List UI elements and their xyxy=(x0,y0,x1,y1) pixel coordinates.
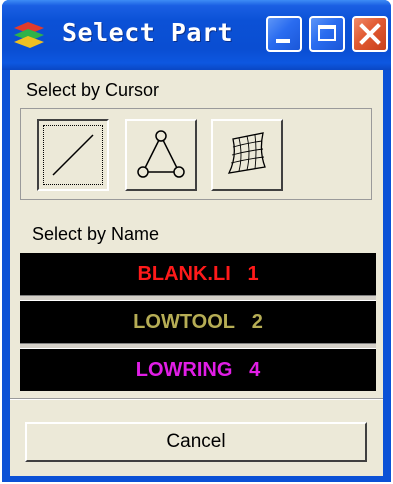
app-icon xyxy=(14,22,44,48)
maximize-icon xyxy=(318,25,336,41)
dialog-body: Select by Cursor Select by Name BLANK.LI… xyxy=(10,70,383,476)
maximize-button[interactable] xyxy=(309,16,345,52)
part-name: BLANK.LI xyxy=(137,262,231,285)
part-id: 1 xyxy=(247,262,259,285)
select-by-cursor-label: Select by Cursor xyxy=(26,80,160,100)
part-name: LOWTOOL xyxy=(133,310,236,333)
node-select-tool-button[interactable] xyxy=(125,119,197,191)
line-icon xyxy=(52,134,94,176)
part-id: 2 xyxy=(251,310,263,333)
cancel-button[interactable]: Cancel xyxy=(25,422,367,462)
close-button[interactable] xyxy=(352,16,388,52)
title-bar[interactable]: Select Part xyxy=(2,0,391,70)
minimize-button[interactable] xyxy=(266,16,302,52)
part-row-lowring[interactable]: LOWRING 4 xyxy=(20,349,376,391)
surface-select-tool-button[interactable] xyxy=(211,119,283,191)
cursor-tools-group xyxy=(20,108,372,200)
select-by-name-label: Select by Name xyxy=(32,224,160,244)
part-row-blank[interactable]: BLANK.LI 1 xyxy=(20,253,376,295)
close-icon xyxy=(359,23,381,45)
window-title: Select Part xyxy=(62,18,234,47)
minimize-icon xyxy=(276,39,290,43)
surface-mesh-icon xyxy=(227,132,266,174)
part-row-lowtool[interactable]: LOWTOOL 2 xyxy=(20,301,376,343)
triangle-nodes-icon xyxy=(137,130,185,178)
line-select-tool-button[interactable] xyxy=(37,119,109,191)
part-id: 4 xyxy=(249,358,261,381)
divider xyxy=(10,398,383,400)
select-part-window: Select Part Select by Cursor Select by N… xyxy=(2,0,391,482)
part-name: LOWRING xyxy=(135,358,233,381)
